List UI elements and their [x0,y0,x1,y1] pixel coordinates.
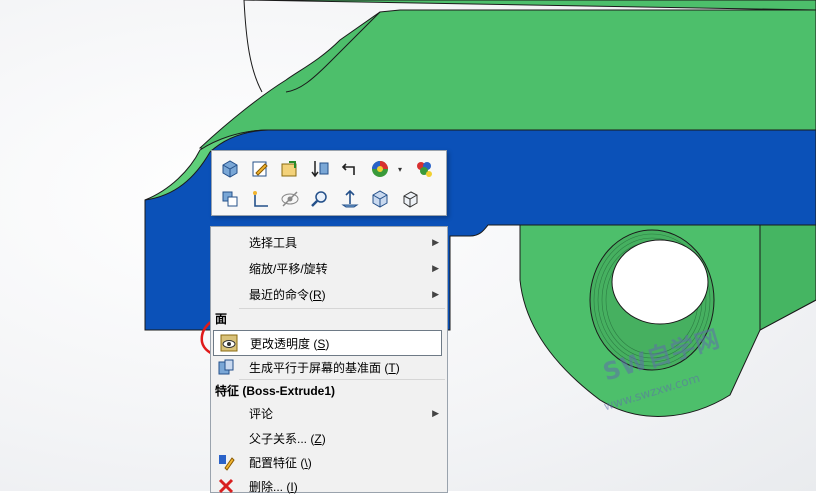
hide-show-icon[interactable] [308,157,332,181]
menu-separator [239,379,445,380]
menu-item-parallel-plane[interactable]: 生成平行于屏幕的基准面 (T) [211,355,447,379]
submenu-arrow-icon: ▶ [432,288,439,299]
insert-part-icon[interactable] [278,157,302,181]
menu-item-recent-commands[interactable]: 最近的命令(R) ▶ [211,282,447,306]
menu-item-delete[interactable]: 删除... (I) [211,474,447,498]
normal-to-icon[interactable] [338,187,362,211]
menu-item-configure-feature[interactable]: 配置特征 (\) [211,450,447,474]
context-menu: 选择工具 ▶ 缩放/平移/旋转 ▶ 最近的命令(R) ▶ 面 更改透明度 (S)… [210,226,448,494]
menu-item-label: 生成平行于屏幕的基准面 (T) [249,360,400,375]
submenu-arrow-icon: ▶ [432,236,439,247]
plane-icon [217,358,235,376]
menu-item-label: 最近的命令(R) [249,287,326,302]
top-face [198,0,816,151]
view-orientation-icon[interactable] [368,187,392,211]
view-selector-icon[interactable] [218,187,242,211]
menu-item-zoom-pan-rotate[interactable]: 缩放/平移/旋转 ▶ [211,256,447,280]
face-section-header: 面 [215,312,228,326]
menu-item-select-tools[interactable]: 选择工具 ▶ [211,230,447,254]
menu-item-label: 评论 [249,406,274,421]
configure-feature-icon [217,453,235,471]
zoom-to-selection-icon[interactable] [308,187,332,211]
materials-icon[interactable] [412,157,436,181]
feature-section-header: 特征 (Boss-Extrude1) [215,384,336,398]
lower-body-shade [759,224,816,331]
hide-icon[interactable] [278,187,302,211]
menu-item-label: 更改透明度 (S) [250,336,330,351]
menu-item-parent-child[interactable]: 父子关系... (Z) [211,426,447,450]
submenu-arrow-icon: ▶ [432,262,439,273]
menu-item-change-transparency[interactable]: 更改透明度 (S) [213,330,442,356]
menu-item-comment[interactable]: 评论 ▶ [211,401,447,425]
delete-icon [217,477,235,495]
appearance-icon[interactable] [368,157,392,181]
menu-separator [239,308,445,309]
menu-item-label: 父子关系... (Z) [249,431,326,446]
context-toolbar: ▾ [211,150,447,216]
select-other-icon[interactable] [218,157,242,181]
chevron-down-icon[interactable]: ▾ [398,157,406,181]
transparency-icon [220,334,238,352]
parent-child-icon[interactable] [338,157,362,181]
sketch-corner-icon[interactable] [248,187,272,211]
submenu-arrow-icon: ▶ [432,407,439,418]
menu-item-label: 配置特征 (\) [249,455,312,470]
isometric-icon[interactable] [398,187,422,211]
menu-item-label: 删除... (I) [249,479,298,494]
menu-item-label: 缩放/平移/旋转 [249,261,328,276]
menu-item-label: 选择工具 [249,235,298,250]
edit-sketch-icon[interactable] [248,157,272,181]
